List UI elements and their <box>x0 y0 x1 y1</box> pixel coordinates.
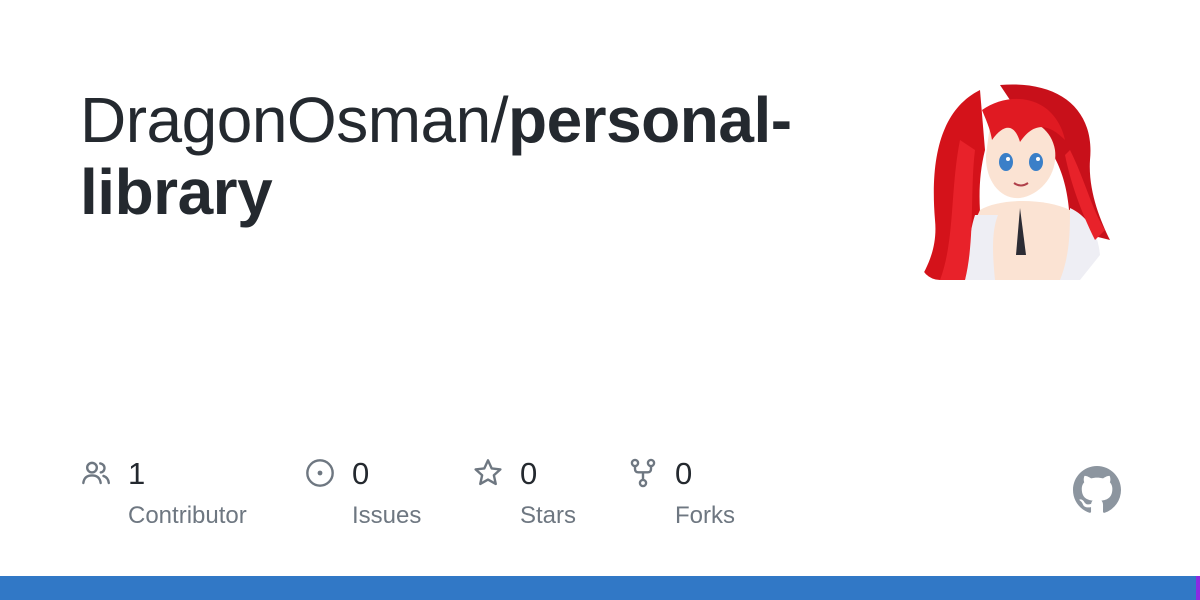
star-icon <box>474 459 502 486</box>
github-mark-icon[interactable] <box>1073 466 1121 514</box>
repo-owner[interactable]: DragonOsman/ <box>80 84 508 156</box>
forks-count: 0 <box>675 456 693 491</box>
owner-avatar[interactable] <box>920 80 1120 280</box>
people-icon <box>82 461 110 485</box>
issues-label: Issues <box>352 502 422 529</box>
avatar-image <box>920 80 1120 280</box>
stars-label: Stars <box>520 502 577 529</box>
forks-label: Forks <box>675 502 735 529</box>
language-bar-accent <box>1196 576 1200 600</box>
issues-count: 0 <box>352 456 370 491</box>
contributors-label: Contributor <box>128 502 247 529</box>
issue-opened-icon <box>306 459 334 487</box>
language-bar <box>0 576 1200 600</box>
contributors-count: 1 <box>128 456 146 491</box>
repo-social-card: DragonOsman/personal-library 1 Contribut… <box>0 0 1200 600</box>
stars-count: 0 <box>520 456 538 491</box>
repo-title[interactable]: DragonOsman/personal-library <box>80 84 840 228</box>
repo-forked-icon <box>630 458 656 488</box>
